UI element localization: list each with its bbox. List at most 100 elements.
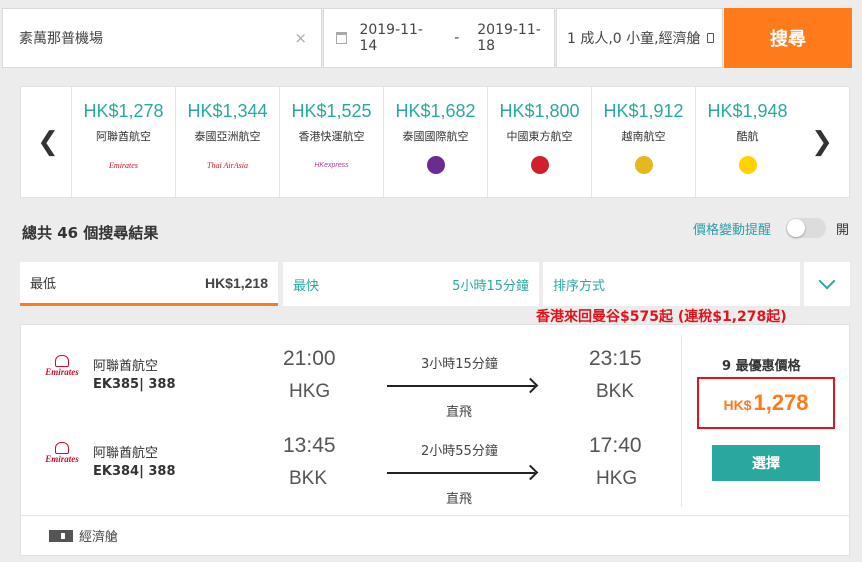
- promo-text: 香港來回曼谷$575起 (連稅$1,278起): [536, 309, 787, 325]
- airline-name: 泰國亞洲航空: [194, 130, 261, 143]
- departure-time: 21:00: [283, 347, 336, 370]
- tab-fastest-value: 5小時15分鐘: [452, 278, 529, 294]
- cabin-class-row: 經濟艙: [21, 515, 849, 555]
- results-count: 總共 46 個搜尋結果: [22, 224, 159, 242]
- toggle-knob: [787, 219, 805, 237]
- airline-logo-icon: [696, 156, 799, 174]
- airport-value: 素萬那普機場: [19, 31, 103, 47]
- flight-duration: 3小時15分鐘: [421, 357, 498, 372]
- airline-logo-text: Emirates: [45, 367, 79, 377]
- airline-card[interactable]: HK$1,948 酷航: [695, 87, 799, 197]
- airline-card[interactable]: HK$1,278 阿聯酋航空 Emirates: [71, 87, 175, 197]
- airline-price: HK$1,912: [603, 101, 684, 121]
- airline-card[interactable]: HK$1,682 泰國國際航空: [383, 87, 487, 197]
- sort-dropdown-button[interactable]: [804, 262, 850, 306]
- airline-logo-icon: [488, 156, 591, 174]
- price-currency: HK$: [723, 397, 752, 413]
- departure-time: 13:45: [283, 434, 336, 457]
- departure-airport: HKG: [289, 381, 331, 402]
- select-button[interactable]: 選擇: [712, 445, 820, 481]
- deal-label: 9 最優惠價格: [722, 359, 801, 374]
- airline-logo-icon: Thai AirAsia: [176, 156, 279, 174]
- search-button[interactable]: 搜尋: [724, 8, 852, 68]
- cabin-class-label: 經濟艙: [79, 530, 119, 545]
- clear-icon[interactable]: ×: [294, 29, 307, 47]
- tab-lowest[interactable]: 最低 HK$1,218: [20, 262, 278, 306]
- airline-carousel: ❮ HK$1,278 阿聯酋航空 Emirates HK$1,344 泰國亞洲航空 Tha…: [20, 86, 850, 198]
- airline-name: 阿聯酋航空: [96, 130, 151, 143]
- airline-price: HK$1,948: [707, 101, 788, 121]
- airline-logo-icon: [592, 156, 695, 174]
- airline-price: HK$1,278: [83, 101, 164, 121]
- flight-number: EK384| 388: [93, 464, 176, 479]
- price-display: HK$ 1,278: [697, 377, 835, 429]
- airline-name: 越南航空: [621, 130, 666, 143]
- tab-sort-label: 排序方式: [553, 278, 606, 294]
- airline-price: HK$1,800: [499, 101, 580, 121]
- airline-logo-icon: [384, 156, 487, 174]
- passenger-selector[interactable]: 1 成人,0 小童,經濟艙: [556, 8, 723, 68]
- airline-card[interactable]: HK$1,800 中國東方航空: [487, 87, 591, 197]
- arrival-time: 23:15: [589, 347, 642, 370]
- flight-leg-return: Emirates 阿聯酋航空 EK384| 388 13:45 BKK 2小時5…: [21, 430, 681, 516]
- tab-lowest-value: HK$1,218: [204, 274, 268, 291]
- arrival-airport: HKG: [596, 468, 638, 489]
- chevron-left-icon[interactable]: ❮: [33, 127, 63, 157]
- price-alert-label[interactable]: 價格變動提醒: [693, 219, 771, 238]
- airline-logo-mark: [634, 156, 653, 174]
- date-to: 2019-11-18: [477, 22, 541, 54]
- airline-card[interactable]: HK$1,344 泰國亞洲航空 Thai AirAsia: [175, 87, 279, 197]
- airline-name: 阿聯酋航空: [93, 446, 159, 461]
- airline-name: 阿聯酋航空: [93, 359, 159, 374]
- stops-label: 直飛: [446, 405, 473, 420]
- airline-logo: Emirates: [41, 442, 83, 464]
- emirates-logo-icon: [55, 442, 69, 454]
- flight-leg-outbound: Emirates 阿聯酋航空 EK385| 388 21:00 HKG 3小時1…: [21, 343, 681, 429]
- result-card: Emirates 阿聯酋航空 EK385| 388 21:00 HKG 3小時1…: [20, 324, 850, 556]
- date-from: 2019-11-14: [359, 22, 423, 54]
- flight-number: EK385| 388: [93, 377, 176, 392]
- flight-duration: 2小時55分鐘: [421, 444, 498, 459]
- price-column: 9 最優惠價格 HK$ 1,278 選擇: [681, 335, 849, 507]
- airline-logo-text: Thai AirAsia: [207, 160, 248, 170]
- tab-sort[interactable]: 排序方式: [543, 262, 800, 306]
- airport-input[interactable]: 素萬那普機場 ×: [2, 8, 322, 68]
- arrival-airport: BKK: [596, 381, 635, 402]
- airline-name: 中國東方航空: [506, 130, 573, 143]
- arrow-right-icon: [387, 472, 535, 474]
- chevron-down-icon: [818, 272, 836, 290]
- tab-lowest-label: 最低: [30, 277, 57, 292]
- airline-logo-mark: [530, 156, 549, 174]
- arrow-right-icon: [387, 385, 535, 387]
- airline-logo-text: Emirates: [45, 454, 79, 464]
- airline-name: 泰國國際航空: [402, 130, 469, 143]
- airline-price: HK$1,525: [291, 101, 372, 121]
- date-separator: -: [454, 30, 460, 46]
- airline-name: 香港快運航空: [298, 130, 365, 143]
- price-amount: 1,278: [753, 390, 809, 415]
- airline-price: HK$1,344: [187, 101, 268, 121]
- arrival-time: 17:40: [589, 434, 642, 457]
- passenger-value: 1 成人,0 小童,經濟艙: [567, 31, 701, 47]
- calendar-icon: [336, 32, 348, 44]
- airline-logo-icon: Emirates: [72, 156, 175, 174]
- emirates-logo-icon: [55, 355, 69, 367]
- departure-airport: BKK: [289, 468, 328, 489]
- airline-price: HK$1,682: [395, 101, 476, 121]
- dropdown-icon: [706, 33, 714, 43]
- airline-logo-text: Emirates: [109, 160, 138, 170]
- airline-logo-mark: [426, 156, 445, 174]
- price-alert-toggle[interactable]: [786, 218, 826, 238]
- airline-logo-icon: HKexpress: [280, 156, 383, 174]
- airline-card[interactable]: HK$1,912 越南航空: [591, 87, 695, 197]
- toggle-label: 開: [836, 223, 850, 238]
- chevron-right-icon[interactable]: ❯: [807, 127, 837, 157]
- airline-card[interactable]: HK$1,525 香港快運航空 HKexpress: [279, 87, 383, 197]
- airline-name: 酷航: [736, 130, 759, 143]
- date-range-input[interactable]: 2019-11-14 - 2019-11-18: [323, 8, 555, 68]
- airline-logo-text: HKexpress: [314, 161, 349, 169]
- stops-label: 直飛: [446, 492, 473, 507]
- tab-fastest[interactable]: 最快 5小時15分鐘: [283, 262, 539, 306]
- tab-fastest-label: 最快: [293, 278, 320, 294]
- airline-logo-mark: [738, 156, 757, 174]
